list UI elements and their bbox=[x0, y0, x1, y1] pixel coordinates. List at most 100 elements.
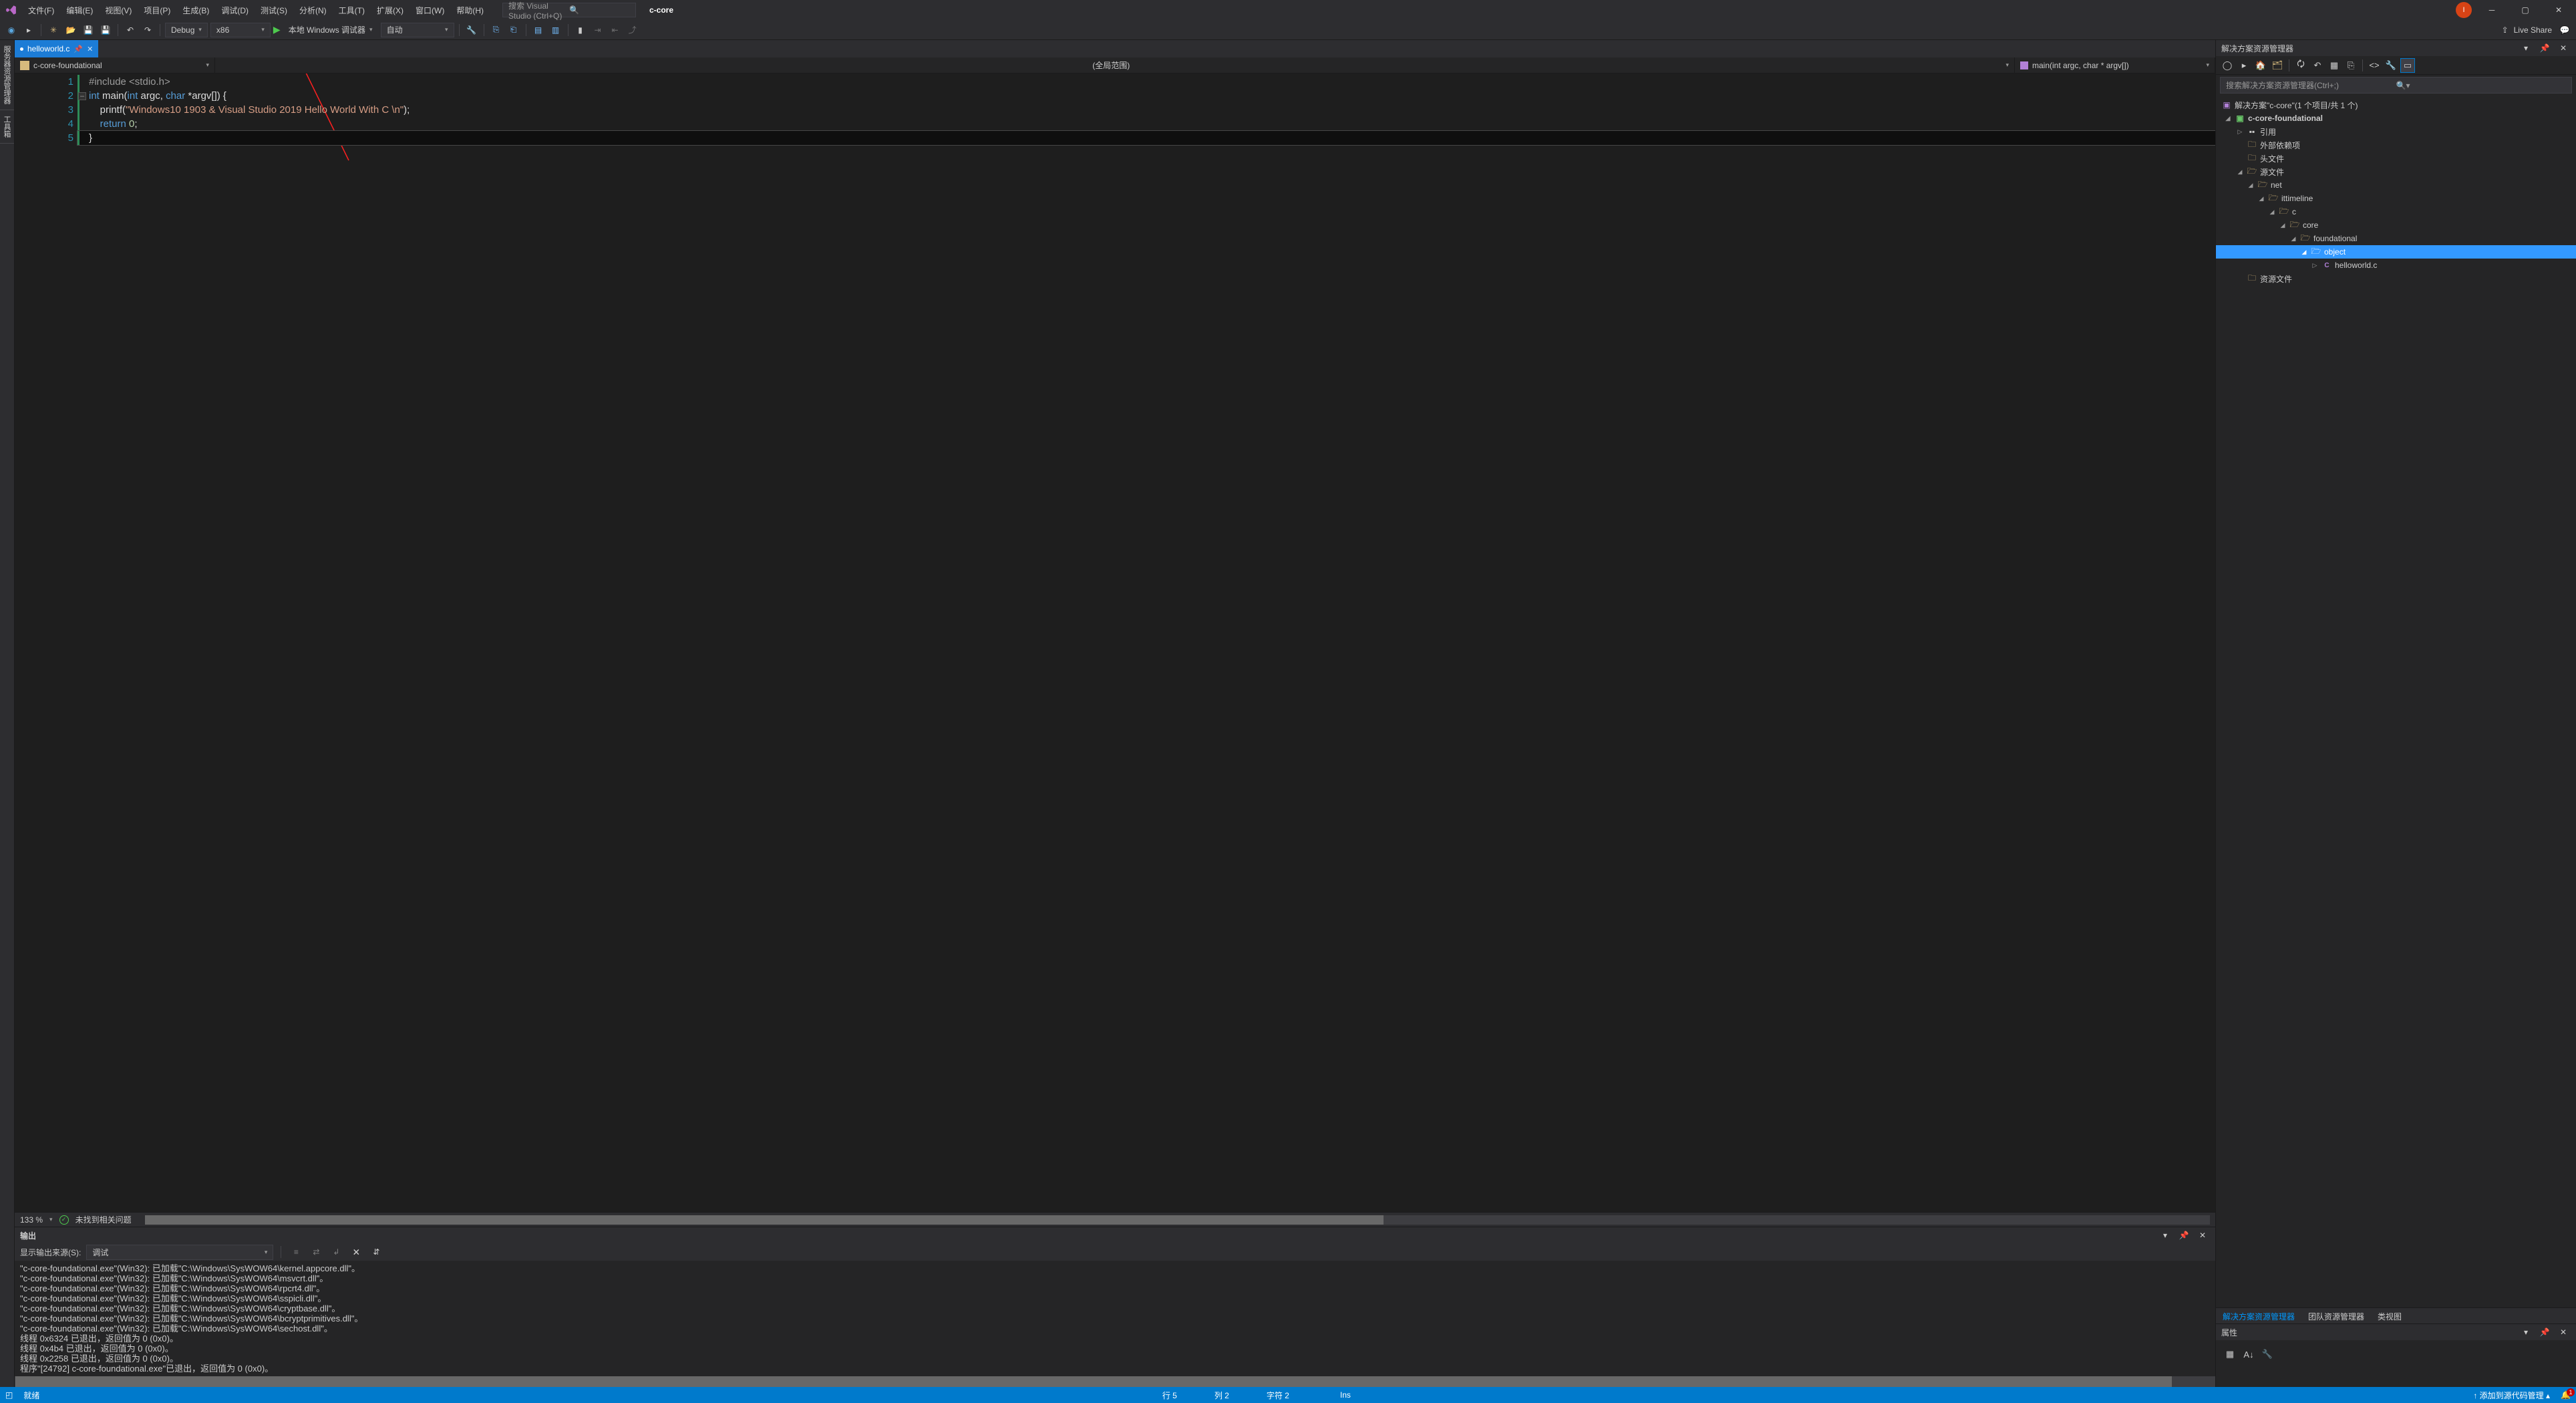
notification-bell-icon[interactable]: 🔔 bbox=[2561, 1390, 2571, 1400]
step-button2[interactable]: ⇤ bbox=[608, 23, 623, 37]
solution-tree[interactable]: ▣ 解决方案"c-core"(1 个项目/共 1 个) ◢ ▣ c-core-f… bbox=[2216, 96, 2576, 1307]
exp-showall-button[interactable]: ▦ bbox=[2327, 58, 2342, 73]
menu-debug[interactable]: 调试(D) bbox=[216, 2, 254, 19]
menu-extensions[interactable]: 扩展(X) bbox=[371, 2, 409, 19]
output-clear2-button[interactable]: 🗙 bbox=[349, 1245, 363, 1259]
tab-class-view[interactable]: 类视图 bbox=[2371, 1308, 2408, 1323]
props-close-icon[interactable]: ✕ bbox=[2556, 1325, 2571, 1340]
find-button[interactable]: 🔧 bbox=[464, 23, 479, 37]
fold-icon[interactable]: – bbox=[78, 92, 86, 100]
tree-helloworld-file[interactable]: ▷ C helloworld.c bbox=[2216, 259, 2576, 272]
tree-headers[interactable]: 🗀 头文件 bbox=[2216, 152, 2576, 165]
props-az-button[interactable]: A↓ bbox=[2241, 1347, 2256, 1362]
open-file-button[interactable]: 📂 bbox=[63, 23, 78, 37]
caret-icon[interactable]: ◢ bbox=[2247, 182, 2255, 189]
caret-icon[interactable]: ◢ bbox=[2279, 222, 2287, 229]
status-line[interactable]: 行 5 bbox=[1162, 1390, 1177, 1401]
tab-team-explorer[interactable]: 团队资源管理器 bbox=[2301, 1308, 2371, 1323]
caret-icon[interactable]: ◢ bbox=[2268, 208, 2276, 216]
auto-dropdown[interactable]: 自动▾ bbox=[381, 23, 454, 37]
tree-c-folder[interactable]: ◢ 🗁 c bbox=[2216, 205, 2576, 218]
menu-edit[interactable]: 编辑(E) bbox=[61, 2, 98, 19]
tab-solution-explorer[interactable]: 解决方案资源管理器 bbox=[2216, 1308, 2301, 1323]
bookmark-button[interactable]: ▤ bbox=[531, 23, 546, 37]
side-tab-toolbox[interactable]: 工具箱 bbox=[0, 110, 14, 144]
exp-wrench-button[interactable]: 🔧 bbox=[2384, 58, 2398, 73]
start-debug-button[interactable]: ▶ bbox=[273, 24, 281, 35]
panel-pin-icon[interactable]: 📌 bbox=[2177, 1228, 2191, 1243]
config-dropdown[interactable]: Debug▾ bbox=[165, 23, 208, 37]
panel-close-icon[interactable]: ✕ bbox=[2195, 1228, 2210, 1243]
tree-references[interactable]: ▷ ▪▪ 引用 bbox=[2216, 125, 2576, 138]
problems-label[interactable]: 未找到相关问题 bbox=[75, 1214, 132, 1225]
save-button[interactable]: 💾 bbox=[81, 23, 96, 37]
exp-copy-button[interactable]: ⎘ bbox=[2344, 58, 2358, 73]
caret-icon[interactable]: ◢ bbox=[2300, 249, 2308, 256]
status-ins[interactable]: Ins bbox=[1340, 1390, 1351, 1400]
debugger-dropdown[interactable]: 本地 Windows 调试器▾ bbox=[283, 23, 378, 37]
explorer-dropdown-icon[interactable]: ▾ bbox=[2519, 41, 2533, 55]
quick-launch-search[interactable]: 搜索 Visual Studio (Ctrl+Q) 🔍 bbox=[502, 3, 636, 17]
step-button3[interactable]: ⤴ bbox=[625, 23, 640, 37]
tree-sources[interactable]: ◢ 🗁 源文件 bbox=[2216, 165, 2576, 178]
menu-test[interactable]: 测试(S) bbox=[255, 2, 293, 19]
props-pin-icon[interactable]: 📌 bbox=[2537, 1325, 2552, 1340]
tree-core[interactable]: ◢ 🗁 core bbox=[2216, 218, 2576, 232]
output-wrap-button[interactable]: ↲ bbox=[329, 1245, 343, 1259]
tree-ext-deps[interactable]: 🗀 外部依赖项 bbox=[2216, 138, 2576, 152]
flag-button[interactable]: ▮ bbox=[573, 23, 588, 37]
close-button[interactable]: ✕ bbox=[2545, 0, 2572, 20]
explorer-search[interactable]: 搜索解决方案资源管理器(Ctrl+;) 🔍▾ bbox=[2220, 77, 2572, 94]
tab-close-icon[interactable]: ✕ bbox=[87, 45, 93, 53]
bookmark-button2[interactable]: ▥ bbox=[548, 23, 563, 37]
feedback-button[interactable]: 💬 bbox=[2557, 23, 2572, 37]
menu-help[interactable]: 帮助(H) bbox=[451, 2, 489, 19]
side-tab-server-explorer[interactable]: 服务器资源管理器 bbox=[0, 40, 14, 110]
menu-tools[interactable]: 工具(T) bbox=[333, 2, 370, 19]
tree-resources[interactable]: 🗀 资源文件 bbox=[2216, 272, 2576, 285]
document-tab[interactable]: helloworld.c 📌 ✕ bbox=[15, 40, 98, 57]
exp-refresh-button[interactable]: 🗘 bbox=[2293, 58, 2308, 73]
user-avatar[interactable]: I bbox=[2456, 2, 2472, 18]
output-source-dropdown[interactable]: 调试▾ bbox=[86, 1245, 273, 1260]
redo-button[interactable]: ↷ bbox=[140, 23, 155, 37]
output-clear-button[interactable]: ≡ bbox=[289, 1245, 303, 1259]
tree-project[interactable]: ◢ ▣ c-core-foundational bbox=[2216, 112, 2576, 125]
minimize-button[interactable]: ─ bbox=[2478, 0, 2505, 20]
exp-home-button[interactable]: 🏠 bbox=[2253, 58, 2268, 73]
pin-icon[interactable]: 📌 bbox=[73, 45, 83, 53]
maximize-button[interactable]: ▢ bbox=[2512, 0, 2539, 20]
menu-build[interactable]: 生成(B) bbox=[177, 2, 214, 19]
exp-back-button[interactable]: ◯ bbox=[2220, 58, 2235, 73]
nav-member-dropdown[interactable]: main(int argc, char * argv[]) ▾ bbox=[2015, 57, 2215, 73]
nav-fwd-button[interactable]: ▸ bbox=[21, 23, 36, 37]
tree-solution[interactable]: ▣ 解决方案"c-core"(1 个项目/共 1 个) bbox=[2216, 98, 2576, 112]
nav-scope-dropdown[interactable]: (全局范围) ▾ bbox=[215, 57, 2015, 73]
comment-button[interactable]: ⎘ bbox=[489, 23, 504, 37]
uncomment-button[interactable]: ⎗ bbox=[506, 23, 521, 37]
live-share-button[interactable]: Live Share bbox=[2514, 25, 2552, 35]
menu-view[interactable]: 视图(V) bbox=[100, 2, 137, 19]
exp-sync-button[interactable]: 🗂 bbox=[2270, 58, 2285, 73]
exp-code-button[interactable]: <> bbox=[2367, 58, 2382, 73]
code-editor[interactable]: 1 2 3 4 5 #include <stdio.h> –int main(i… bbox=[15, 73, 2215, 1212]
caret-icon[interactable]: ◢ bbox=[2236, 168, 2244, 176]
code-content[interactable]: #include <stdio.h> –int main(int argc, c… bbox=[82, 73, 2215, 1212]
caret-icon[interactable]: ◢ bbox=[2257, 195, 2265, 202]
undo-button[interactable]: ↶ bbox=[123, 23, 138, 37]
save-all-button[interactable]: 💾 bbox=[98, 23, 113, 37]
caret-icon[interactable]: ◢ bbox=[2289, 235, 2297, 243]
caret-icon[interactable]: ◢ bbox=[2224, 115, 2232, 122]
menu-project[interactable]: 项目(P) bbox=[138, 2, 176, 19]
new-project-button[interactable]: ✳ bbox=[46, 23, 61, 37]
props-dropdown-icon[interactable]: ▾ bbox=[2519, 1325, 2533, 1340]
output-scrollbar[interactable] bbox=[15, 1376, 2215, 1387]
horizontal-scrollbar[interactable] bbox=[145, 1215, 2210, 1225]
tree-net[interactable]: ◢ 🗁 net bbox=[2216, 178, 2576, 192]
tree-foundational[interactable]: ◢ 🗁 foundational bbox=[2216, 232, 2576, 245]
explorer-close-icon[interactable]: ✕ bbox=[2556, 41, 2571, 55]
menu-file[interactable]: 文件(F) bbox=[23, 2, 59, 19]
zoom-level[interactable]: 133 % bbox=[20, 1215, 43, 1225]
status-source-control[interactable]: ↑ 添加到源代码管理 ▴ bbox=[2473, 1390, 2550, 1401]
tree-ittimeline[interactable]: ◢ 🗁 ittimeline bbox=[2216, 192, 2576, 205]
